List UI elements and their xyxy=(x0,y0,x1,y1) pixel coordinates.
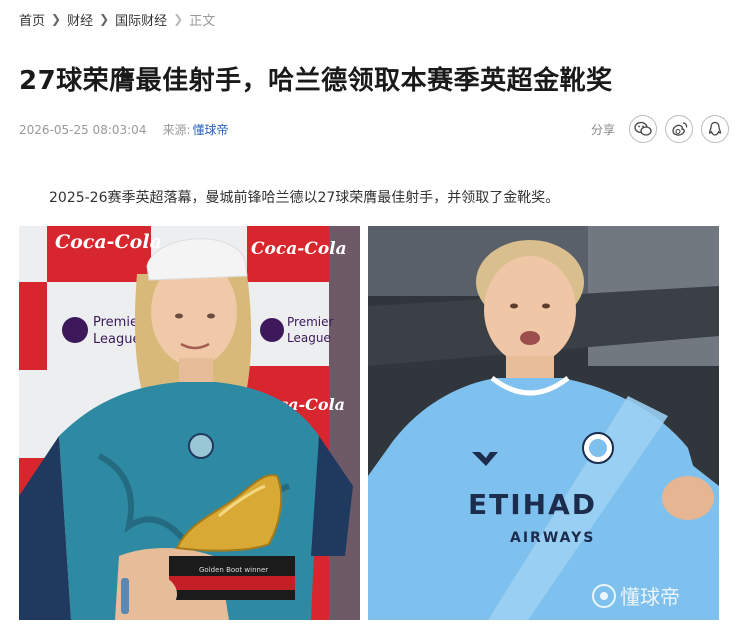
qq-icon xyxy=(708,121,722,136)
breadcrumb-intl-finance[interactable]: 国际财经 xyxy=(115,10,167,29)
share-weibo-button[interactable] xyxy=(665,115,693,143)
sponsor-text: Coca-Cola xyxy=(55,231,162,253)
source-label: 来源: xyxy=(162,123,191,137)
article-lead: 2025-26赛季英超落幕，曼城前锋哈兰德以27球荣膺最佳射手，并领取了金靴奖。 xyxy=(49,190,560,206)
article-image-pair: Coca-Cola Coca-Cola Coca-Cola Premier Le… xyxy=(19,226,719,620)
share-label: 分享 xyxy=(590,122,615,137)
publish-time: 2026-05-25 08:03:04 xyxy=(19,122,147,137)
chevron-right-icon: ❯ xyxy=(173,12,184,26)
league-text: League xyxy=(93,332,140,347)
share-qq-button[interactable] xyxy=(701,115,729,143)
photo-golden-boot-illustration: Coca-Cola Coca-Cola Coca-Cola Premier Le… xyxy=(19,226,360,620)
share-wechat-button[interactable] xyxy=(629,115,657,143)
shirt-sponsor-text: ETIHAD xyxy=(468,488,597,521)
photo-celebration-illustration: ETIHAD AIRWAYS 懂球帝 xyxy=(368,226,719,620)
page-title: 27球荣膺最佳射手，哈兰德领取本赛季英超金靴奖 xyxy=(19,66,613,96)
breadcrumb-current: 正文 xyxy=(189,13,216,29)
wechat-icon xyxy=(634,121,652,136)
league-text: League xyxy=(287,331,331,345)
share-bar: 分享 xyxy=(591,115,729,143)
photo-celebration: ETIHAD AIRWAYS 懂球帝 xyxy=(368,226,719,620)
source-link[interactable]: 懂球帝 xyxy=(193,121,229,138)
article-page: 首页 ❯ 财经 ❯ 国际财经 ❯ 正文 27球荣膺最佳射手，哈兰德领取本赛季英超… xyxy=(0,0,748,644)
photo-golden-boot: Coca-Cola Coca-Cola Coca-Cola Premier Le… xyxy=(19,226,360,620)
breadcrumb-finance[interactable]: 财经 xyxy=(67,10,93,29)
breadcrumb-home[interactable]: 首页 xyxy=(19,10,45,29)
breadcrumb: 首页 ❯ 财经 ❯ 国际财经 ❯ 正文 xyxy=(19,9,215,29)
chevron-right-icon: ❯ xyxy=(99,12,110,26)
shirt-sponsor-text: AIRWAYS xyxy=(510,530,595,546)
article-meta: 2026-05-25 08:03:04 来源: 懂球帝 xyxy=(19,121,229,138)
weibo-icon xyxy=(672,122,688,136)
sponsor-text: Coca-Cola xyxy=(251,239,347,259)
trophy-plate-text: Golden Boot winner xyxy=(199,566,268,574)
image-watermark: 懂球帝 xyxy=(620,585,680,609)
chevron-right-icon: ❯ xyxy=(51,12,62,26)
league-text: Premier xyxy=(287,315,333,329)
